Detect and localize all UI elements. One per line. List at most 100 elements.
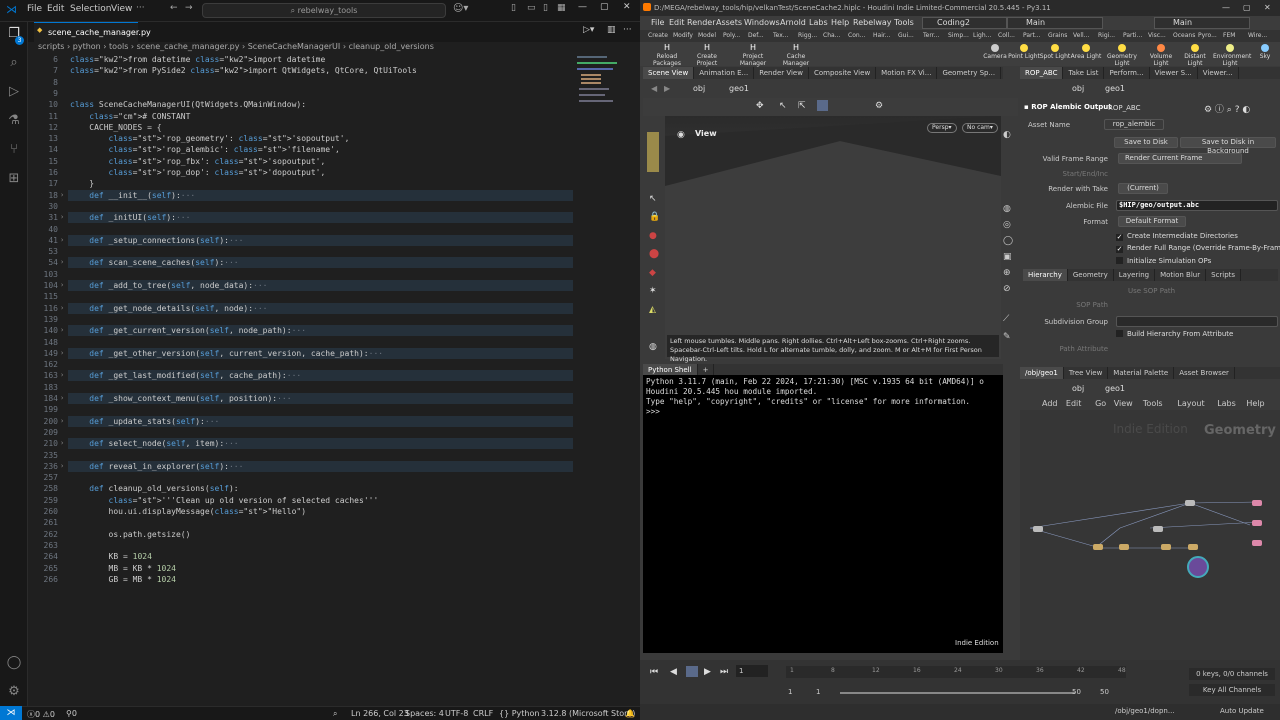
fold-chevron-icon[interactable]: › [60,190,64,201]
code-line[interactable]: def _get_other_version(self, current_ver… [70,348,383,359]
indentation[interactable]: Spaces: 4 [405,709,444,718]
node[interactable] [1093,544,1103,550]
tab-animation-e-[interactable]: Animation E... [694,67,755,79]
fold-chevron-icon[interactable]: › [60,416,64,427]
minimap[interactable] [575,54,631,114]
code-line[interactable]: class="cm"># CONSTANT [70,111,190,122]
code-line[interactable]: class SceneCacheManagerUI(QtWidgets.QMai… [70,99,306,110]
range-start[interactable]: 1 [788,688,792,696]
view-tool-icon[interactable]: ◭ [649,305,656,315]
node[interactable] [1252,540,1262,546]
shelf-tab[interactable]: Vell... [1073,32,1089,39]
ghost-icon[interactable]: ◯ [1003,236,1013,246]
h-menu-edit[interactable]: Edit [669,18,685,27]
play-back-icon[interactable]: ◀ [670,667,677,677]
net-path-geo[interactable]: geo1 [1105,384,1125,393]
tab-geometry-sp-[interactable]: Geometry Sp... [937,67,1002,79]
fold-chevron-icon[interactable]: › [60,325,64,336]
scene-viewport[interactable] [665,116,1001,359]
asset-name-field[interactable]: rop_alembic [1104,119,1164,130]
customize-layout-icon[interactable]: ▦ [557,3,566,13]
code-line[interactable]: GB = MB * 1024 [70,574,176,585]
back-icon[interactable]: ◀ [651,84,657,93]
python-shell[interactable]: Python 3.11.7 (main, Feb 22 2024, 17:21:… [643,375,1003,653]
h-menu-arnold[interactable]: Arnold [780,18,806,27]
shelf-tab[interactable]: Terr... [923,32,939,39]
h-menu-windows[interactable]: Windows [744,18,780,27]
check-build-hierarchy[interactable]: Build Hierarchy From Attribute [1116,330,1233,338]
light-tool[interactable]: Area Light [1069,44,1103,60]
shelf-tab[interactable]: Coll... [998,32,1015,39]
select-tools-icon[interactable] [647,132,659,172]
dop-network-node[interactable] [1187,556,1209,578]
tab--obj-geo1[interactable]: /obj/geo1 [1020,367,1064,379]
testing-icon[interactable]: ⚗ [6,113,22,129]
shelf-tab[interactable]: Create [648,32,668,39]
path-obj[interactable]: obj [693,84,705,93]
shelf-tab[interactable]: Poly... [723,32,740,39]
menu-edit[interactable]: Edit [47,4,64,14]
tab-perform-[interactable]: Perform... [1104,67,1150,79]
param-path-obj[interactable]: obj [1072,84,1084,93]
h-menu-labs[interactable]: Labs [809,18,828,27]
use-sop-path[interactable]: Use SOP Path [1128,287,1175,295]
stop-icon[interactable] [686,666,698,677]
h-menu-help[interactable]: Help [831,18,849,27]
check-full-range[interactable]: ✓ Render Full Range (Override Frame-By-Fr… [1116,244,1280,253]
code-line[interactable]: os.path.getsize() [70,529,191,540]
shelf-tab[interactable]: Modify [673,32,693,39]
light-tool[interactable]: Sky [1248,44,1280,60]
param-path-geo[interactable]: geo1 [1105,84,1125,93]
node[interactable] [1161,544,1171,550]
problems-indicator[interactable]: ⓧ0 ⚠0 [27,709,55,720]
menu-file[interactable]: File [27,4,42,14]
encoding[interactable]: UTF-8 [445,709,468,718]
cursor-position[interactable]: Ln 266, Col 23 [351,709,409,718]
desktop-selector[interactable]: Coding2 [922,17,1007,29]
code-editor[interactable]: 6 class="kw2">from datetime class="kw2">i… [28,54,640,706]
shelf-tab[interactable]: Grains [1048,32,1067,39]
code-line[interactable]: def _get_last_modified(self, cache_path)… [70,370,301,381]
command-center-search[interactable]: ⌕ rebelway_tools [202,3,446,18]
maximize-icon[interactable]: ▢ [600,2,609,12]
frame-range-menu[interactable]: Render Current Frame [1118,153,1242,164]
take-menu[interactable]: (Current) [1118,183,1168,194]
jump-end-icon[interactable]: ⏭ [720,667,728,677]
tab-motion-blur[interactable]: Motion Blur [1155,269,1207,281]
code-line[interactable]: def select_node(self, item):··· [70,438,238,449]
gear-icon[interactable]: ⚙ ⓘ ⌕ ? ◐ [1204,102,1250,115]
code-line[interactable]: def reveal_in_explorer(self):··· [70,461,243,472]
tab-rop-abc[interactable]: ROP_ABC [1020,67,1064,79]
more-menu-icon[interactable]: ··· [136,3,145,13]
light-tool[interactable]: Geometry Light [1105,44,1139,67]
timeline-slider[interactable]: 1 8 12 16 24 30 36 42 48 [786,666,1126,678]
remote-indicator[interactable]: ⋊ [0,706,22,720]
net-menu-edit[interactable]: Edit [1066,399,1082,408]
shelf-tab[interactable]: FEM [1223,32,1235,39]
forward-arrow-icon[interactable]: → [185,3,193,13]
shelf-tab[interactable]: Pyro... [1198,32,1217,39]
ruler-icon[interactable]: ⟋ [1003,314,1009,324]
breadcrumb-item[interactable]: python [73,42,101,51]
path-geo[interactable]: geo1 [729,84,749,93]
code-line[interactable]: } [70,178,94,189]
shelf-tab[interactable]: Cha... [823,32,840,39]
format-menu[interactable]: Default Format [1118,216,1186,227]
tab-hierarchy[interactable]: Hierarchy [1023,269,1068,281]
code-line[interactable]: def _get_current_version(self, node_path… [70,325,306,336]
fold-chevron-icon[interactable]: › [60,257,64,268]
shelf-tool[interactable]: H Create Project [688,44,726,68]
snap-icon[interactable]: ✥ [756,101,764,111]
h-menu-rebelway-tools[interactable]: Rebelway Tools [853,18,914,27]
light-tool[interactable]: Spot Light [1038,44,1072,60]
shelf-tab[interactable]: Gui... [898,32,914,39]
node[interactable] [1252,520,1262,526]
shelf-tool[interactable]: H Cache Manager [777,44,815,68]
h-minimize-icon[interactable]: — [1222,3,1230,12]
shelf-tab[interactable]: Parti... [1123,32,1142,39]
fold-chevron-icon[interactable]: › [60,393,64,404]
breadcrumb-item[interactable]: SceneCacheManagerUI [248,42,341,51]
layout-sidebar-icon[interactable]: ▯ [511,3,516,13]
editor-more-icon[interactable]: ··· [623,25,632,35]
net-menu-view[interactable]: View [1114,399,1133,408]
